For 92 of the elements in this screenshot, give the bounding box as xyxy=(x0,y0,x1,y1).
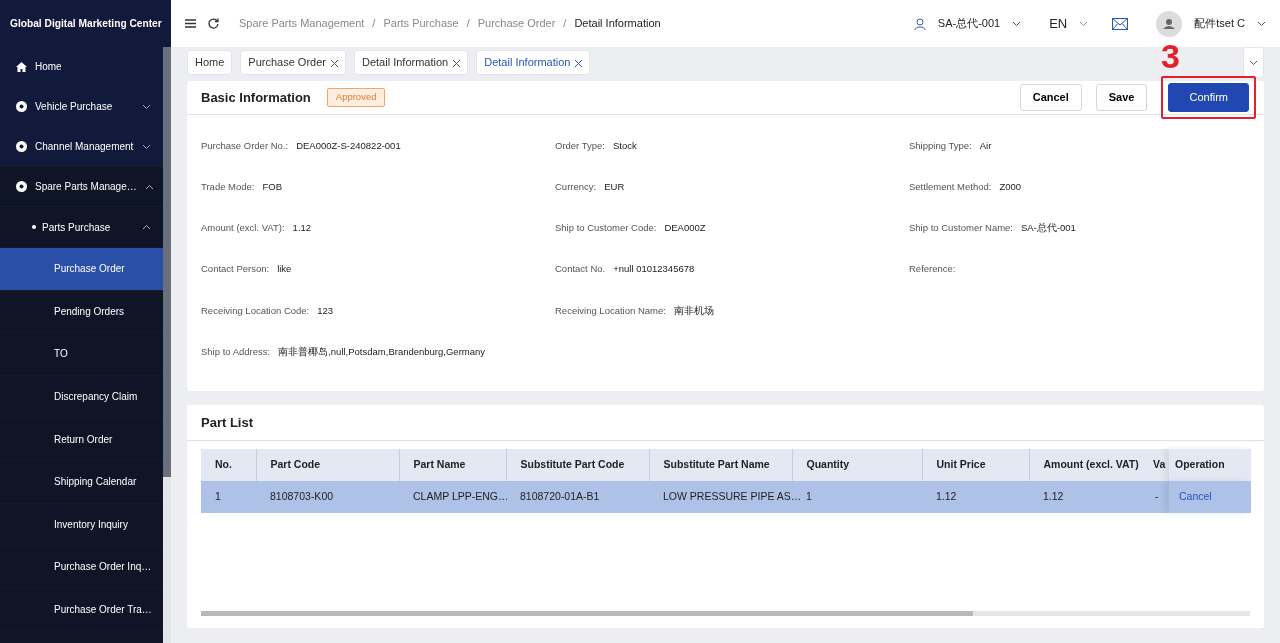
field-value: SA-总代-001 xyxy=(1021,221,1076,236)
field-value: EUR xyxy=(604,179,625,194)
table-cell: LOW PRESSURE PIPE AS… xyxy=(663,489,802,502)
field-value: like xyxy=(277,262,292,277)
column-header: Va xyxy=(1149,448,1169,481)
field-value: DEA000Z-S-240822-001 xyxy=(296,138,401,153)
action-button[interactable]: Save xyxy=(1095,84,1148,111)
status-badge: Approved xyxy=(326,88,386,107)
field-value: 南非普椰岛,null,Potsdam,Brandenburg,Germany xyxy=(278,345,486,359)
column-header: Amount (excl. VAT) xyxy=(1029,448,1149,481)
column-header: Quantity xyxy=(792,448,922,481)
field-label: Currency: xyxy=(555,179,597,194)
breadcrumb-item[interactable]: Parts Purchase xyxy=(383,15,459,32)
field-label: Receiving Location Name: xyxy=(555,303,666,318)
field-value: +null 01012345678 xyxy=(613,262,695,277)
column-header: Unit Price xyxy=(922,448,1029,481)
sidebar-item[interactable]: Purchase Order xyxy=(0,248,163,291)
column-header: Part Name xyxy=(399,448,506,481)
refresh-icon xyxy=(208,18,219,29)
column-header: Operation xyxy=(1169,448,1251,481)
field-label: Receiving Location Code: xyxy=(201,303,310,318)
field-value: 1.12 xyxy=(292,221,312,236)
home-icon xyxy=(16,61,27,72)
column-header: Part Code xyxy=(256,448,399,481)
field-label: Settlement Method: xyxy=(909,179,992,194)
tabs-dropdown-button[interactable] xyxy=(1243,47,1264,78)
chevron-up-icon xyxy=(142,224,151,230)
chevron-down-icon xyxy=(1012,20,1022,27)
field-value: FOB xyxy=(262,179,283,194)
table-cell: 1.12 xyxy=(936,489,957,502)
breadcrumb-separator: / xyxy=(372,16,376,32)
action-button[interactable]: Confirm xyxy=(1168,83,1249,112)
menu-icon xyxy=(185,19,196,28)
field-value: DEA000Z xyxy=(664,221,706,236)
field-label: Amount (excl. VAT): xyxy=(201,221,285,236)
user-name: 配件tset C xyxy=(1194,16,1245,32)
breadcrumb-item[interactable]: Spare Parts Management xyxy=(239,15,365,32)
chevron-down-icon xyxy=(142,103,151,110)
tab[interactable]: Detail Information xyxy=(476,50,591,75)
field-label: Contact No. xyxy=(555,262,606,277)
sidebar-item[interactable]: Home xyxy=(0,47,163,87)
table-cell: 1.12 xyxy=(1043,489,1064,502)
chevron-down-icon xyxy=(1079,20,1089,27)
field-label: Ship to Address: xyxy=(201,345,271,359)
tab[interactable]: Detail Information xyxy=(354,50,469,75)
chevron-up-icon xyxy=(144,183,154,190)
column-header: Substitute Part Code xyxy=(506,448,649,481)
field-label: Trade Mode: xyxy=(201,179,255,194)
table-row[interactable]: 1 8108703-K00 CLAMP LPP-ENG… 8108720-01A-B1 LOW PRESSURE PIPE AS… 1 1.12 1.12 - Cancel xyxy=(201,480,1251,513)
field-label: Ship to Customer Code: xyxy=(555,221,657,236)
section-title: Basic Information xyxy=(201,88,311,107)
user-icon xyxy=(913,17,926,30)
field-label: Order Type: xyxy=(555,138,605,153)
bullet-icon xyxy=(32,225,36,229)
column-header: Substitute Part Name xyxy=(649,448,792,481)
chevron-down-icon xyxy=(1257,20,1266,27)
breadcrumb-separator: / xyxy=(466,16,470,32)
table-cell: 8108703-K00 xyxy=(270,489,334,502)
field-label: Ship to Customer Name: xyxy=(909,221,1013,236)
field-label: Purchase Order No.: xyxy=(201,138,289,153)
action-button[interactable]: Cancel xyxy=(1019,84,1082,111)
field-value: 123 xyxy=(317,303,334,318)
field-value: Air xyxy=(979,138,992,153)
chevron-down-icon xyxy=(1249,60,1258,67)
chevron-down-icon xyxy=(142,143,151,150)
breadcrumb-separator: / xyxy=(563,16,567,32)
field-label: Contact Person: xyxy=(201,262,270,277)
field-value: Stock xyxy=(613,138,637,153)
tab[interactable]: Purchase Order xyxy=(240,50,346,75)
table-cell: - xyxy=(1155,489,1159,502)
field-value: 南非机场 xyxy=(673,303,714,318)
breadcrumb-item[interactable]: Purchase Order xyxy=(477,15,556,32)
field-label: Reference: xyxy=(909,262,956,277)
tab[interactable]: Home xyxy=(187,50,233,75)
column-header: No. xyxy=(201,448,256,481)
language-selector[interactable]: EN xyxy=(1049,13,1068,34)
account-name: SA-总代-001 xyxy=(937,16,1001,32)
breadcrumb-item: Detail Information xyxy=(574,16,661,32)
field-label: Shipping Type: xyxy=(909,138,972,153)
table-cell: 1 xyxy=(215,489,221,502)
app-title: Global Digital Marketing Center xyxy=(0,0,171,47)
mail-icon xyxy=(1112,17,1129,30)
table-cell: CLAMP LPP-ENG… xyxy=(413,489,509,502)
avatar-icon xyxy=(1156,10,1183,37)
field-value: Z000 xyxy=(999,179,1022,194)
cancel-link[interactable]: Cancel xyxy=(1179,489,1212,502)
table-cell: 8108720-01A-B1 xyxy=(520,489,600,502)
sidebar-item[interactable]: Channel Management xyxy=(0,127,163,167)
step-number: 3 xyxy=(1161,39,1180,73)
table-cell: 1 xyxy=(806,489,812,502)
sidebar-item[interactable]: Vehicle Purchase xyxy=(0,87,163,127)
section-title: Part List xyxy=(201,413,253,432)
